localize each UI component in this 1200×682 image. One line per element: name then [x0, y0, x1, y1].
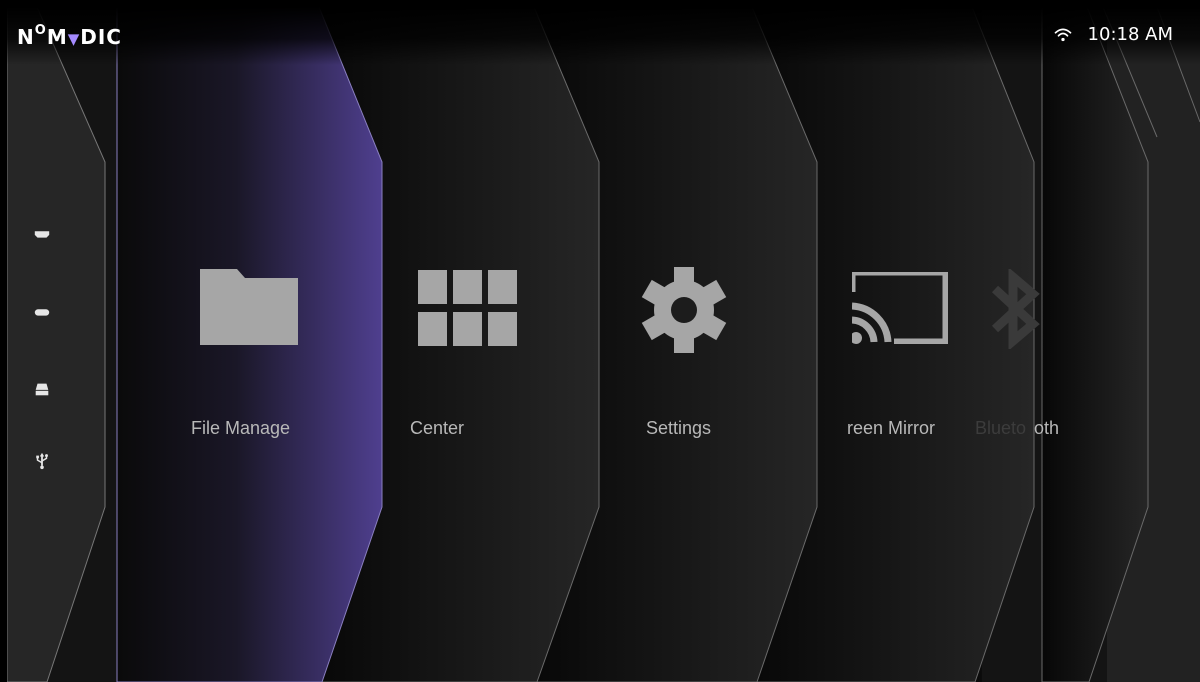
- folder-icon[interactable]: [200, 269, 298, 345]
- tile-label-settings[interactable]: Settings: [646, 418, 711, 439]
- tile-label-bluetooth-faded: Blueto: [975, 418, 1027, 438]
- hdmi-icon[interactable]: [33, 303, 51, 321]
- wifi-icon: [1054, 28, 1071, 41]
- cast-icon[interactable]: [852, 272, 948, 344]
- top-bar: NOM▼DIC 10:18 AM: [7, 7, 1200, 65]
- bluetooth-icon[interactable]: [985, 269, 1045, 349]
- home-screen: NOM▼DIC 10:18 AM File Manage Center Sett…: [7, 7, 1200, 682]
- app-grid-icon[interactable]: [418, 270, 517, 346]
- tile-label-file-manager[interactable]: File Manage: [191, 418, 290, 439]
- tile-label-app-center[interactable]: Center: [410, 418, 464, 439]
- tile-label-bluetooth[interactable]: oth: [1034, 418, 1059, 439]
- gear-icon[interactable]: [639, 265, 729, 355]
- usb-icon[interactable]: [33, 452, 51, 470]
- clock: 10:18 AM: [1087, 24, 1173, 45]
- source-sidebar-panel: [7, 7, 106, 682]
- status-area: 10:18 AM: [1054, 24, 1173, 45]
- brand-logo: NOM▼DIC: [17, 23, 122, 49]
- drive-icon[interactable]: [33, 380, 51, 398]
- tile-label-screen-mirroring[interactable]: reen Mirror: [847, 418, 935, 439]
- hdmi-icon[interactable]: [33, 225, 51, 243]
